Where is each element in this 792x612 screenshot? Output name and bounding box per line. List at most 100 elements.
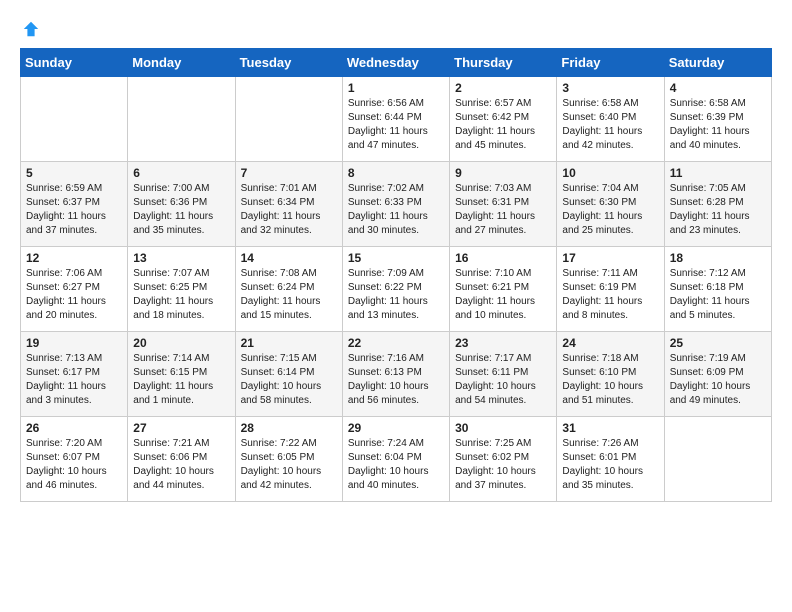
- day-info: Sunrise: 7:04 AM Sunset: 6:30 PM Dayligh…: [562, 182, 658, 238]
- day-info: Sunrise: 7:14 AM Sunset: 6:15 PM Dayligh…: [133, 352, 229, 408]
- calendar-cell: 15Sunrise: 7:09 AM Sunset: 6:22 PM Dayli…: [342, 247, 449, 332]
- calendar-cell: 21 Sunrise: 7:15 AM Sunset: 6:14 PM Dayli…: [235, 332, 342, 417]
- day-number: 16: [455, 251, 551, 265]
- calendar-cell: 14 Sunrise: 7:08 AM Sunset: 6:24 PM Dayli…: [235, 247, 342, 332]
- calendar-cell: 6Sunrise: 7:00 AM Sunset: 6:36 PM Daylig…: [128, 162, 235, 247]
- calendar-week-row: 19 Sunrise: 7:13 AM Sunset: 6:17 PM Dayli…: [21, 332, 772, 417]
- day-info: Sunrise: 7:26 AM Sunset: 6:01 PM Dayligh…: [562, 437, 658, 493]
- day-info: Sunrise: 7:21 AM Sunset: 6:06 PM Dayligh…: [133, 437, 229, 493]
- calendar-cell: 30Sunrise: 7:25 AM Sunset: 6:02 PM Dayli…: [450, 417, 557, 502]
- day-info: Sunrise: 7:12 AM Sunset: 6:18 PM Dayligh…: [670, 267, 766, 323]
- day-number: 14: [241, 251, 337, 265]
- calendar-cell: 20Sunrise: 7:14 AM Sunset: 6:15 PM Dayli…: [128, 332, 235, 417]
- calendar-header-thursday: Thursday: [450, 49, 557, 77]
- day-number: 3: [562, 81, 658, 95]
- day-info: Sunrise: 7:03 AM Sunset: 6:31 PM Dayligh…: [455, 182, 551, 238]
- calendar-cell: 17Sunrise: 7:11 AM Sunset: 6:19 PM Dayli…: [557, 247, 664, 332]
- calendar-header-monday: Monday: [128, 49, 235, 77]
- calendar-cell: 5 Sunrise: 6:59 AM Sunset: 6:37 PM Daylig…: [21, 162, 128, 247]
- day-info: Sunrise: 6:56 AM Sunset: 6:44 PM Dayligh…: [348, 97, 444, 153]
- day-number: 19: [26, 336, 122, 350]
- calendar-cell: [128, 77, 235, 162]
- day-info: Sunrise: 7:01 AM Sunset: 6:34 PM Dayligh…: [241, 182, 337, 238]
- day-info: Sunrise: 7:07 AM Sunset: 6:25 PM Dayligh…: [133, 267, 229, 323]
- calendar-cell: 18 Sunrise: 7:12 AM Sunset: 6:18 PM Dayli…: [664, 247, 771, 332]
- day-info: Sunrise: 7:22 AM Sunset: 6:05 PM Dayligh…: [241, 437, 337, 493]
- calendar-cell: 3 Sunrise: 6:58 AM Sunset: 6:40 PM Daylig…: [557, 77, 664, 162]
- calendar-header-wednesday: Wednesday: [342, 49, 449, 77]
- day-info: Sunrise: 7:08 AM Sunset: 6:24 PM Dayligh…: [241, 267, 337, 323]
- calendar-header-tuesday: Tuesday: [235, 49, 342, 77]
- day-number: 18: [670, 251, 766, 265]
- calendar-cell: 19 Sunrise: 7:13 AM Sunset: 6:17 PM Dayli…: [21, 332, 128, 417]
- day-info: Sunrise: 7:24 AM Sunset: 6:04 PM Dayligh…: [348, 437, 444, 493]
- day-info: Sunrise: 7:13 AM Sunset: 6:17 PM Dayligh…: [26, 352, 122, 408]
- day-number: 21: [241, 336, 337, 350]
- calendar-cell: 31 Sunrise: 7:26 AM Sunset: 6:01 PM Dayli…: [557, 417, 664, 502]
- calendar-header-sunday: Sunday: [21, 49, 128, 77]
- logo-icon: [22, 20, 40, 38]
- calendar-cell: 10 Sunrise: 7:04 AM Sunset: 6:30 PM Dayli…: [557, 162, 664, 247]
- day-number: 8: [348, 166, 444, 180]
- day-info: Sunrise: 7:20 AM Sunset: 6:07 PM Dayligh…: [26, 437, 122, 493]
- day-number: 23: [455, 336, 551, 350]
- calendar-cell: 13 Sunrise: 7:07 AM Sunset: 6:25 PM Dayli…: [128, 247, 235, 332]
- calendar-cell: 27 Sunrise: 7:21 AM Sunset: 6:06 PM Dayli…: [128, 417, 235, 502]
- day-info: Sunrise: 6:57 AM Sunset: 6:42 PM Dayligh…: [455, 97, 551, 153]
- day-number: 6: [133, 166, 229, 180]
- day-number: 1: [348, 81, 444, 95]
- day-number: 28: [241, 421, 337, 435]
- calendar-cell: 2 Sunrise: 6:57 AM Sunset: 6:42 PM Daylig…: [450, 77, 557, 162]
- calendar-cell: 12 Sunrise: 7:06 AM Sunset: 6:27 PM Dayli…: [21, 247, 128, 332]
- day-number: 5: [26, 166, 122, 180]
- calendar-cell: 22Sunrise: 7:16 AM Sunset: 6:13 PM Dayli…: [342, 332, 449, 417]
- day-number: 17: [562, 251, 658, 265]
- calendar-header-saturday: Saturday: [664, 49, 771, 77]
- day-number: 27: [133, 421, 229, 435]
- day-info: Sunrise: 6:59 AM Sunset: 6:37 PM Dayligh…: [26, 182, 122, 238]
- calendar-cell: 9 Sunrise: 7:03 AM Sunset: 6:31 PM Daylig…: [450, 162, 557, 247]
- calendar-cell: 1 Sunrise: 6:56 AM Sunset: 6:44 PM Daylig…: [342, 77, 449, 162]
- day-info: Sunrise: 7:06 AM Sunset: 6:27 PM Dayligh…: [26, 267, 122, 323]
- day-number: 9: [455, 166, 551, 180]
- day-number: 4: [670, 81, 766, 95]
- calendar-week-row: 5 Sunrise: 6:59 AM Sunset: 6:37 PM Daylig…: [21, 162, 772, 247]
- calendar-cell: 7 Sunrise: 7:01 AM Sunset: 6:34 PM Daylig…: [235, 162, 342, 247]
- calendar-week-row: 12 Sunrise: 7:06 AM Sunset: 6:27 PM Dayli…: [21, 247, 772, 332]
- calendar-header-friday: Friday: [557, 49, 664, 77]
- calendar-cell: [21, 77, 128, 162]
- calendar-table: SundayMondayTuesdayWednesdayThursdayFrid…: [20, 48, 772, 502]
- day-info: Sunrise: 7:15 AM Sunset: 6:14 PM Dayligh…: [241, 352, 337, 408]
- day-number: 26: [26, 421, 122, 435]
- day-info: Sunrise: 6:58 AM Sunset: 6:39 PM Dayligh…: [670, 97, 766, 153]
- day-number: 25: [670, 336, 766, 350]
- day-number: 10: [562, 166, 658, 180]
- calendar-cell: 29 Sunrise: 7:24 AM Sunset: 6:04 PM Dayli…: [342, 417, 449, 502]
- day-number: 24: [562, 336, 658, 350]
- calendar-cell: 25 Sunrise: 7:19 AM Sunset: 6:09 PM Dayli…: [664, 332, 771, 417]
- calendar-cell: 16 Sunrise: 7:10 AM Sunset: 6:21 PM Dayli…: [450, 247, 557, 332]
- calendar-cell: [664, 417, 771, 502]
- day-number: 12: [26, 251, 122, 265]
- calendar-cell: 28 Sunrise: 7:22 AM Sunset: 6:05 PM Dayli…: [235, 417, 342, 502]
- day-info: Sunrise: 7:09 AM Sunset: 6:22 PM Dayligh…: [348, 267, 444, 323]
- calendar-cell: 8 Sunrise: 7:02 AM Sunset: 6:33 PM Daylig…: [342, 162, 449, 247]
- day-info: Sunrise: 7:10 AM Sunset: 6:21 PM Dayligh…: [455, 267, 551, 323]
- logo: [20, 20, 42, 38]
- day-info: Sunrise: 6:58 AM Sunset: 6:40 PM Dayligh…: [562, 97, 658, 153]
- day-number: 2: [455, 81, 551, 95]
- day-number: 30: [455, 421, 551, 435]
- calendar-header-row: SundayMondayTuesdayWednesdayThursdayFrid…: [21, 49, 772, 77]
- day-info: Sunrise: 7:19 AM Sunset: 6:09 PM Dayligh…: [670, 352, 766, 408]
- day-number: 7: [241, 166, 337, 180]
- calendar-cell: 24Sunrise: 7:18 AM Sunset: 6:10 PM Dayli…: [557, 332, 664, 417]
- calendar-week-row: 1 Sunrise: 6:56 AM Sunset: 6:44 PM Daylig…: [21, 77, 772, 162]
- day-number: 13: [133, 251, 229, 265]
- day-info: Sunrise: 7:16 AM Sunset: 6:13 PM Dayligh…: [348, 352, 444, 408]
- day-number: 11: [670, 166, 766, 180]
- day-number: 29: [348, 421, 444, 435]
- page-header: [20, 20, 772, 38]
- day-info: Sunrise: 7:02 AM Sunset: 6:33 PM Dayligh…: [348, 182, 444, 238]
- day-info: Sunrise: 7:05 AM Sunset: 6:28 PM Dayligh…: [670, 182, 766, 238]
- day-number: 31: [562, 421, 658, 435]
